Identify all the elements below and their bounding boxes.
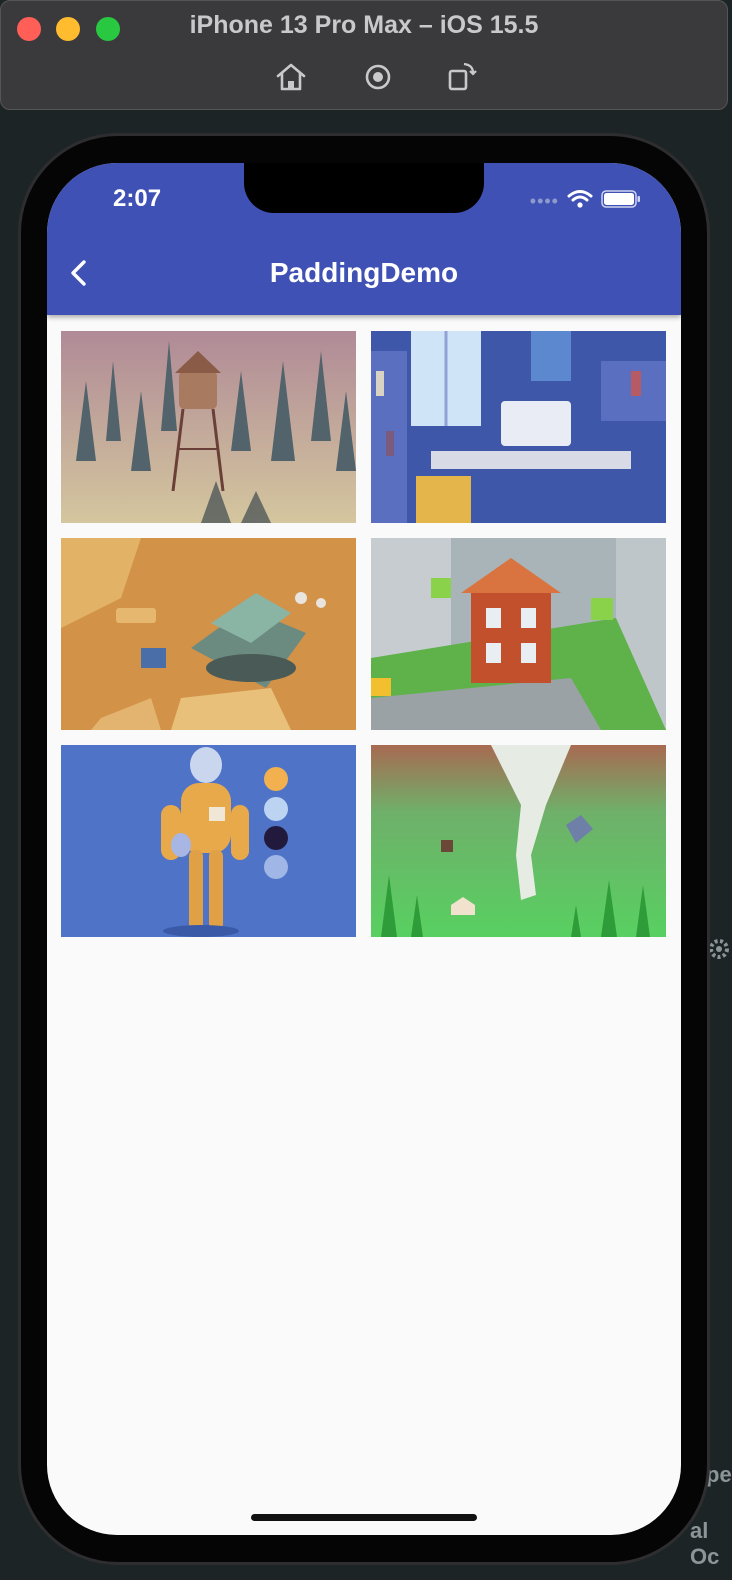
home-indicator[interactable]: [251, 1514, 477, 1521]
rotate-icon[interactable]: [442, 59, 478, 95]
page-title: PaddingDemo: [269, 257, 459, 288]
red-house-image[interactable]: [371, 538, 666, 730]
device-screen: 2:07 •••• PaddingDemo: [47, 163, 681, 1535]
desk-room-image[interactable]: [371, 331, 666, 523]
home-icon[interactable]: [273, 59, 309, 95]
desert-tank-image[interactable]: [61, 538, 356, 730]
background-text-fragment: al Oc: [690, 1518, 720, 1569]
simulator-title: iPhone 13 Pro Max – iOS 15.5: [189, 11, 539, 39]
battery-icon: [601, 189, 641, 214]
astronaut-character-image[interactable]: [61, 745, 356, 937]
status-icons: ••••: [530, 189, 641, 214]
status-time: 2:07: [113, 185, 162, 212]
wifi-icon: [567, 189, 593, 214]
simulator-window-titlebar: iPhone 13 Pro Max – iOS 15.5: [0, 0, 728, 110]
tornado-field-image[interactable]: [371, 745, 666, 937]
screenshot-icon[interactable]: [360, 59, 396, 95]
gravity-falls-water-tower-image[interactable]: [61, 331, 356, 523]
cellular-dots-icon: ••••: [529, 191, 559, 211]
device-notch: [244, 163, 484, 213]
image-grid: [61, 331, 667, 937]
